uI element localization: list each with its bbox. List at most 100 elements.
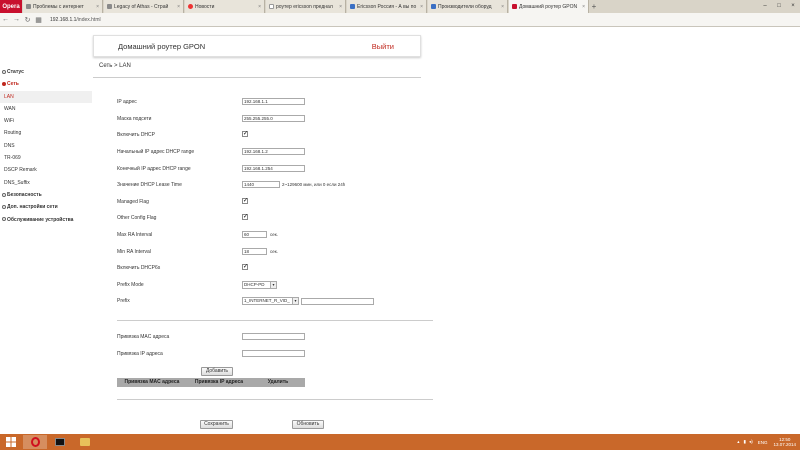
close-tab-icon[interactable]: × bbox=[582, 4, 585, 10]
managed-flag-label: Managed Flag bbox=[117, 199, 149, 205]
min-ra-unit: сек. bbox=[270, 249, 278, 254]
prefix-select[interactable]: 1_INTERNET_R_VID_ ▾ bbox=[242, 297, 299, 305]
browser-tab-active[interactable]: Домашний роутер GPON × bbox=[509, 0, 589, 13]
language-indicator[interactable]: ENG bbox=[758, 440, 768, 445]
add-binding-button[interactable]: Добавить bbox=[201, 367, 233, 376]
network-icon[interactable]: ▮ bbox=[743, 439, 745, 445]
max-ra-input[interactable]: 60 bbox=[242, 231, 267, 238]
sidebar: Статус Сеть LAN WAN WiFi Routing DNS TR-… bbox=[0, 66, 92, 226]
other-config-label: Other Config Flag bbox=[117, 215, 157, 221]
taskbar-cmd[interactable] bbox=[48, 435, 72, 449]
chevron-down-icon: ▾ bbox=[270, 282, 276, 288]
chevron-down-icon: ▾ bbox=[292, 298, 298, 304]
mac-binding-input[interactable] bbox=[242, 333, 305, 340]
divider bbox=[117, 320, 433, 321]
sidebar-item-security[interactable]: Безопасность bbox=[0, 189, 92, 201]
browser-tab[interactable]: роутер ericsson преднал × bbox=[266, 0, 346, 13]
refresh-button[interactable]: Обновить bbox=[292, 420, 324, 429]
ip-address-input[interactable]: 192.168.1.1 bbox=[242, 98, 305, 105]
prefix-mode-select[interactable]: DHCP-PD ▾ bbox=[242, 281, 277, 289]
min-ra-input[interactable]: 18 bbox=[242, 248, 267, 255]
browser-tab[interactable]: Legacy of Athas - Страй × bbox=[104, 0, 184, 13]
wiki-icon bbox=[269, 4, 274, 9]
dhcp-end-input[interactable]: 192.168.1.254 bbox=[242, 165, 305, 172]
page-icon bbox=[107, 4, 112, 9]
taskbar-explorer[interactable] bbox=[73, 435, 97, 449]
close-tab-icon[interactable]: × bbox=[96, 4, 99, 10]
opera-icon bbox=[30, 437, 40, 447]
close-icon[interactable]: × bbox=[786, 0, 800, 13]
sidebar-item-wan[interactable]: WAN bbox=[0, 103, 92, 115]
reload-icon[interactable]: ↻ bbox=[22, 16, 33, 24]
sidebar-item-tr069[interactable]: TR-069 bbox=[0, 152, 92, 164]
back-arrow-icon[interactable]: ← bbox=[0, 16, 11, 23]
bullet-icon bbox=[2, 217, 6, 222]
browser-tab[interactable]: Ericsson Россия - А вы по × bbox=[347, 0, 427, 13]
col-mac-binding: Привязка MAC адреса bbox=[124, 379, 180, 385]
min-ra-label: Min RA Interval bbox=[117, 249, 151, 255]
bullet-icon bbox=[2, 69, 6, 74]
sidebar-item-status[interactable]: Статус bbox=[0, 66, 92, 78]
router-page: Домашний роутер GPON Выйти Статус Сеть L… bbox=[0, 28, 800, 434]
sidebar-item-advanced[interactable]: Доп. настройки сети bbox=[0, 201, 92, 213]
yandex-icon bbox=[188, 4, 193, 9]
dhcp-start-input[interactable]: 192.168.1.2 bbox=[242, 148, 305, 155]
sidebar-item-network[interactable]: Сеть bbox=[0, 78, 92, 90]
ip-label: IP адрес bbox=[117, 99, 137, 105]
maximize-icon[interactable]: □ bbox=[772, 0, 786, 13]
divider bbox=[93, 77, 421, 78]
managed-flag-checkbox[interactable]: ✓ bbox=[242, 198, 248, 204]
browser-tabbar: Opera Проблемы с интернет × Legacy of Ath… bbox=[0, 0, 800, 13]
lease-hint: 2~129600 мин, или 0 если 24h bbox=[282, 182, 346, 187]
prefix-input[interactable] bbox=[301, 298, 374, 305]
mac-binding-label: Привязка MAC адреса bbox=[117, 334, 170, 340]
close-tab-icon[interactable]: × bbox=[420, 4, 423, 10]
sidebar-item-dns[interactable]: DNS bbox=[0, 140, 92, 152]
ip-binding-input[interactable] bbox=[242, 350, 305, 357]
tray-arrow-icon[interactable]: ▴ bbox=[737, 439, 739, 445]
close-tab-icon[interactable]: × bbox=[339, 4, 342, 10]
lease-time-input[interactable]: 1440 bbox=[242, 181, 280, 188]
new-tab-button[interactable]: + bbox=[589, 0, 599, 13]
other-config-checkbox[interactable]: ✓ bbox=[242, 214, 248, 220]
volume-icon[interactable]: ◂) bbox=[749, 439, 753, 445]
taskbar: ▴ ▮ ◂) ENG 12:50 13.07.2014 bbox=[0, 434, 800, 450]
browser-tab[interactable]: Новости × bbox=[185, 0, 265, 13]
sidebar-item-wifi[interactable]: WiFi bbox=[0, 115, 92, 127]
grid-icon[interactable]: ▦ bbox=[33, 16, 44, 24]
close-tab-icon[interactable]: × bbox=[258, 4, 261, 10]
mask-label: Маска подсети bbox=[117, 116, 152, 122]
browser-tab[interactable]: Производители оборуд × bbox=[428, 0, 508, 13]
minimize-icon[interactable]: – bbox=[758, 0, 772, 13]
col-ip-binding: Привязка IP адреса bbox=[194, 379, 244, 385]
windows-start-button[interactable] bbox=[0, 434, 22, 450]
sidebar-item-dscp-remark[interactable]: DSCP Remark bbox=[0, 164, 92, 176]
save-button[interactable]: Сохранить bbox=[200, 420, 233, 429]
max-ra-unit: сек. bbox=[270, 232, 278, 237]
subnet-mask-input[interactable]: 255.255.255.0 bbox=[242, 115, 305, 122]
opera-menu-button[interactable]: Opera bbox=[0, 0, 22, 13]
clock[interactable]: 12:50 13.07.2014 bbox=[773, 437, 796, 447]
sidebar-item-maintenance[interactable]: Обслуживание устройства bbox=[0, 214, 92, 226]
sidebar-item-dns-suffix[interactable]: DNS_Suffix bbox=[0, 177, 92, 189]
bullet-icon bbox=[2, 192, 6, 197]
dhcp-end-label: Конечный IP адрес DHCP range bbox=[117, 166, 191, 172]
close-tab-icon[interactable]: × bbox=[501, 4, 504, 10]
dhcp-label: Включить DHCP bbox=[117, 132, 155, 138]
logout-link[interactable]: Выйти bbox=[372, 42, 394, 51]
page-header: Домашний роутер GPON Выйти bbox=[93, 35, 421, 57]
page-icon bbox=[512, 4, 517, 9]
dhcp-checkbox[interactable]: ✓ bbox=[242, 131, 248, 137]
bullet-icon bbox=[2, 204, 6, 209]
forward-arrow-icon[interactable]: → bbox=[11, 16, 22, 23]
dhcp6-checkbox[interactable]: ✓ bbox=[242, 264, 248, 270]
dhcp6-label: Включить DHCP6s bbox=[117, 265, 161, 271]
taskbar-opera[interactable] bbox=[23, 435, 47, 449]
sidebar-item-lan[interactable]: LAN bbox=[0, 90, 92, 103]
sidebar-item-routing[interactable]: Routing bbox=[0, 127, 92, 139]
url-field[interactable]: 192.168.1.1/index.html bbox=[50, 17, 101, 23]
folder-icon bbox=[80, 438, 90, 446]
divider bbox=[117, 399, 433, 400]
browser-tab[interactable]: Проблемы с интернет × bbox=[23, 0, 103, 13]
close-tab-icon[interactable]: × bbox=[177, 4, 180, 10]
